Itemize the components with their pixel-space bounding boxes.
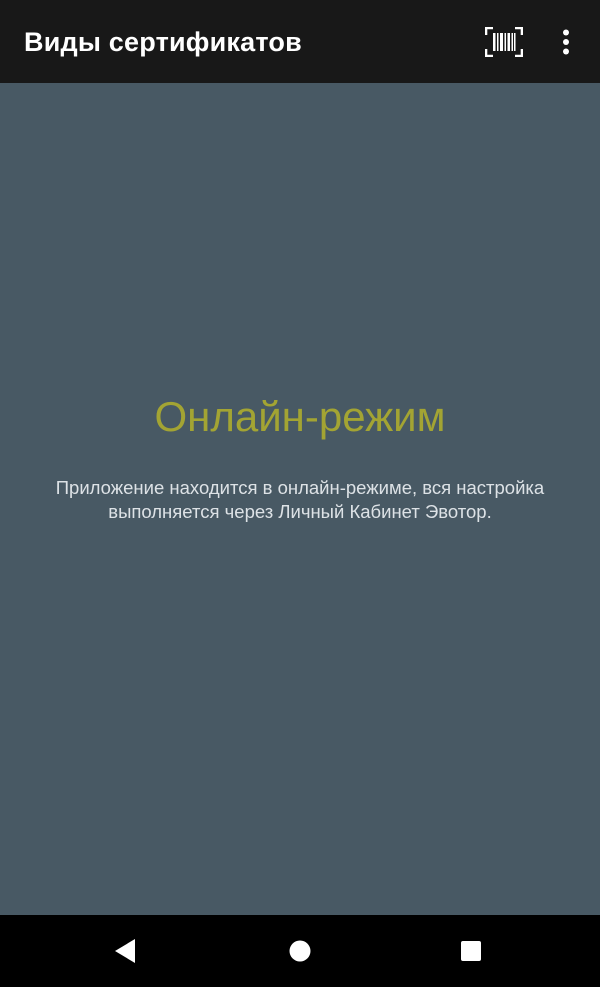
home-button[interactable]: [272, 931, 328, 971]
recents-square-icon: [461, 941, 481, 961]
back-button[interactable]: [97, 931, 153, 971]
app-screen: Виды сертификатов Онлайн-режим Приложени…: [0, 0, 600, 987]
more-vertical-icon: [563, 29, 569, 55]
mode-title: Онлайн-режим: [154, 393, 446, 440]
more-options-button[interactable]: [548, 20, 584, 64]
system-nav-bar: [0, 915, 600, 987]
main-content: Онлайн-режим Приложение находится в онла…: [0, 83, 600, 915]
barcode-scan-button[interactable]: [480, 20, 528, 64]
app-title: Виды сертификатов: [24, 27, 302, 57]
barcode-scan-icon: [485, 27, 523, 57]
recents-button[interactable]: [443, 931, 499, 971]
back-triangle-icon: [115, 939, 135, 963]
mode-description: Приложение находится в онлайн-режиме, вс…: [55, 477, 545, 522]
app-bar: Виды сертификатов: [0, 0, 600, 83]
home-circle-icon: [289, 940, 311, 962]
